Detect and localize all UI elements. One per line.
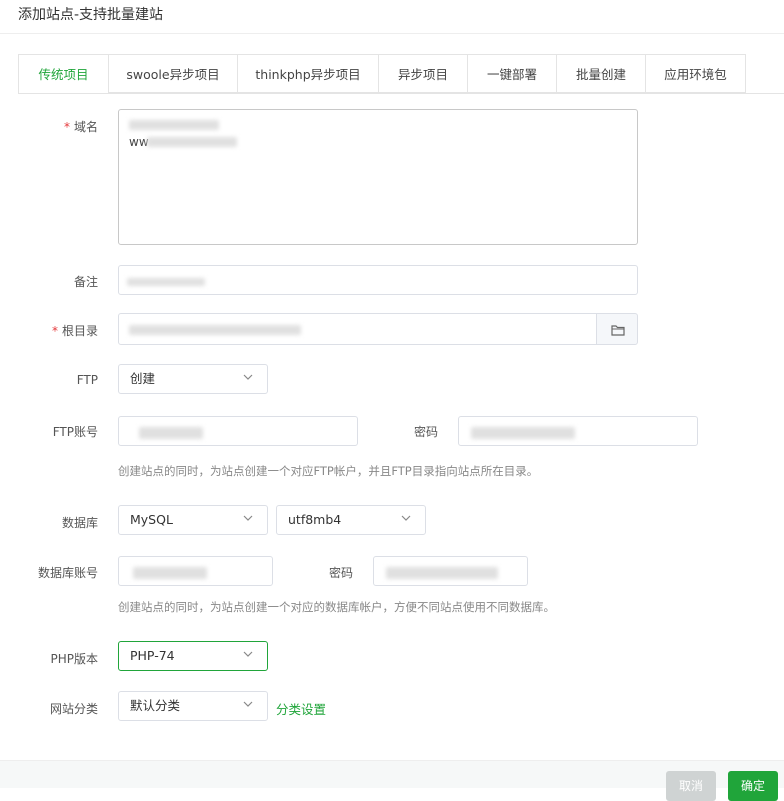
confirm-button[interactable]: 确定 [728, 771, 778, 801]
ftp-label: FTP [76, 373, 98, 387]
title-divider [0, 33, 784, 34]
remark-input[interactable] [118, 265, 638, 295]
database-label: 数据库 [61, 516, 98, 530]
db-account-input[interactable] [118, 556, 273, 586]
chevron-down-icon [401, 515, 411, 521]
tab-traditional[interactable]: 传统项目 [18, 54, 108, 94]
chevron-down-icon [243, 701, 253, 707]
ftp-account-input[interactable] [118, 416, 358, 446]
php-version-value: PHP-74 [130, 648, 175, 663]
tabs-underline [18, 93, 784, 94]
dialog-footer: 取消 确定 [0, 760, 784, 801]
site-category-label: 网站分类 [49, 702, 98, 716]
site-category-select[interactable]: 默认分类 [118, 691, 268, 721]
ftp-password-label: 密码 [413, 425, 438, 439]
ftp-select[interactable]: 创建 [118, 364, 268, 394]
chevron-down-icon [243, 651, 253, 657]
domain-textarea[interactable]: ww [118, 109, 638, 245]
database-charset-value: utf8mb4 [288, 512, 342, 527]
folder-icon [611, 325, 625, 336]
root-dir-input[interactable] [118, 313, 597, 345]
chevron-down-icon [243, 374, 253, 380]
tab-batch-create[interactable]: 批量创建 [556, 54, 645, 93]
domain-label: * 域名 [63, 120, 98, 134]
project-type-tabs: 传统项目 swoole异步项目 thinkphp异步项目 异步项目 一键部署 批… [18, 54, 746, 94]
site-category-value: 默认分类 [130, 698, 181, 713]
db-password-input[interactable] [373, 556, 528, 586]
tab-app-env-package[interactable]: 应用环境包 [645, 54, 746, 93]
tab-async[interactable]: 异步项目 [378, 54, 467, 93]
chevron-down-icon [243, 515, 253, 521]
php-version-label: PHP版本 [50, 652, 99, 666]
database-charset-select[interactable]: utf8mb4 [276, 505, 426, 535]
tab-one-click-deploy[interactable]: 一键部署 [467, 54, 556, 93]
db-hint: 创建站点的同时，为站点创建一个对应的数据库帐户，方便不同站点使用不同数据库。 [118, 600, 555, 614]
root-dir-label: * 根目录 [51, 324, 98, 338]
category-settings-link[interactable]: 分类设置 [276, 699, 326, 718]
db-password-label: 密码 [328, 566, 353, 580]
cancel-button[interactable]: 取消 [666, 771, 716, 801]
remark-label: 备注 [73, 275, 98, 289]
database-type-select[interactable]: MySQL [118, 505, 268, 535]
tab-swoole[interactable]: swoole异步项目 [108, 54, 237, 93]
ftp-password-input[interactable] [458, 416, 698, 446]
db-account-label: 数据库账号 [37, 566, 98, 580]
dialog-title: 添加站点-支持批量建站 [18, 7, 164, 23]
ftp-hint: 创建站点的同时，为站点创建一个对应FTP帐户，并且FTP目录指向站点所在目录。 [118, 464, 539, 478]
domain-text: ww [129, 135, 149, 149]
browse-folder-button[interactable] [596, 313, 638, 345]
ftp-account-label: FTP账号 [52, 425, 98, 439]
database-type-value: MySQL [130, 512, 173, 527]
tab-thinkphp[interactable]: thinkphp异步项目 [237, 54, 378, 93]
ftp-select-value: 创建 [130, 371, 156, 386]
php-version-select[interactable]: PHP-74 [118, 641, 268, 671]
